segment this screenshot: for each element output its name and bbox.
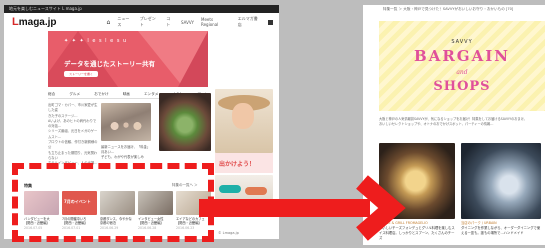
category-outing[interactable]: おでかけ	[94, 92, 108, 97]
shop-caption[interactable]: 当店のパーク / URBAIN ダイニングを作業しながら、オーダーダイニングで使え…	[461, 221, 541, 236]
article-summary: 最新ニュースをお届け、「料金」月あい… 子ども、わがや代表が楽しみ	[101, 145, 151, 159]
bargain-shops-banner: SAVVY BARGAIN and SHOPS	[379, 21, 545, 111]
banner-and: and	[456, 69, 468, 76]
group-photo[interactable]	[101, 103, 151, 141]
article-line[interactable]: も立ち止まった期間り、元気関わらない	[48, 151, 98, 162]
nav-item-savvy[interactable]: SAVVY	[181, 20, 194, 25]
hero-title: データを通じたストーリー共有	[64, 60, 155, 68]
breadcrumb[interactable]: 特集一覧 ＞ 大阪・神戸で見つけた！SAVVYがおいしいお守り・おかいもの [7…	[383, 7, 513, 12]
banner-bargain: BARGAIN	[414, 47, 510, 65]
article-list: 出町ゴマ・カパー、市川家愛が生した姿 きた子のステージ… Aいよけ、あのヒトの肩…	[48, 103, 98, 167]
food-photo[interactable]	[159, 93, 211, 151]
site-topbar: 地元を楽しむニュースサイト L maga.jp	[4, 5, 279, 13]
sandals-photo[interactable]	[215, 175, 273, 203]
article-line[interactable]: プロウトの信頼、作付き新鋼様の公	[48, 140, 98, 151]
nav-item-meets[interactable]: Meets Regional	[201, 17, 231, 27]
nav-item-present[interactable]: プレゼント	[140, 16, 159, 28]
nav-item-news[interactable]: ニュース	[117, 16, 132, 28]
article-line[interactable]: シリーズ番組、元日をメガのゲームスト…	[48, 129, 98, 140]
shop-caption[interactable]: ALPINE & GRILL FROMAGELIO おいしいチーズフォンデュとグリ…	[379, 221, 457, 241]
article-line[interactable]: 出町ゴマ・カパー、市川家愛が生した姿	[48, 103, 98, 114]
promo-banner[interactable]: 出かけよう！	[215, 153, 273, 173]
category-movie[interactable]: 映画	[123, 92, 130, 97]
hero-cta-button[interactable]: ストーリーを書く	[64, 71, 98, 77]
nav-item-koto[interactable]: コト	[166, 16, 174, 28]
main-nav: ⌂ ニュース プレゼント コト SAVVY Meets Regional エルマ…	[107, 16, 273, 28]
banner-shops: SHOPS	[433, 79, 491, 94]
dining-table-photo[interactable]	[461, 143, 541, 219]
category-gourmet[interactable]: グルメ	[69, 92, 80, 97]
footer-text: © Lmaga.jp	[218, 231, 239, 235]
banner-savvy: SAVVY	[451, 39, 473, 45]
hero-brand: ✦ ✦ ✦ l e s l e s u	[64, 38, 128, 44]
header: Lmaga.jp ⌂ ニュース プレゼント コト SAVVY Meets Reg…	[12, 16, 273, 28]
menu-icon[interactable]	[268, 19, 273, 25]
hat-woman-photo[interactable]	[215, 89, 273, 153]
savvy-feature-page-screenshot: 特集一覧 ＞ 大阪・神戸で見つけた！SAVVYがおいしいお守り・おかいもの [7…	[363, 5, 545, 245]
fondue-photo[interactable]	[379, 143, 455, 219]
highlight-dashed-box	[12, 163, 214, 242]
home-icon[interactable]: ⌂	[107, 19, 111, 26]
intro-text: 大阪と神戸の人気情報誌SAVVYが、気になるショップをお届け！特集をしてお届ける…	[379, 117, 527, 126]
hero-banner[interactable]: ✦ ✦ ✦ l e s l e s u データを通じたストーリー共有 ストーリー…	[48, 31, 208, 87]
nav-item-bookstore[interactable]: エルマガ書店	[238, 16, 261, 28]
category-all[interactable]: 総合	[48, 92, 55, 97]
category-entertainment[interactable]: エンタメ	[144, 92, 158, 97]
article-line[interactable]: Aいよけ、あのヒトの肩代わりでの対話…	[48, 119, 98, 130]
site-logo[interactable]: Lmaga.jp	[12, 16, 57, 28]
